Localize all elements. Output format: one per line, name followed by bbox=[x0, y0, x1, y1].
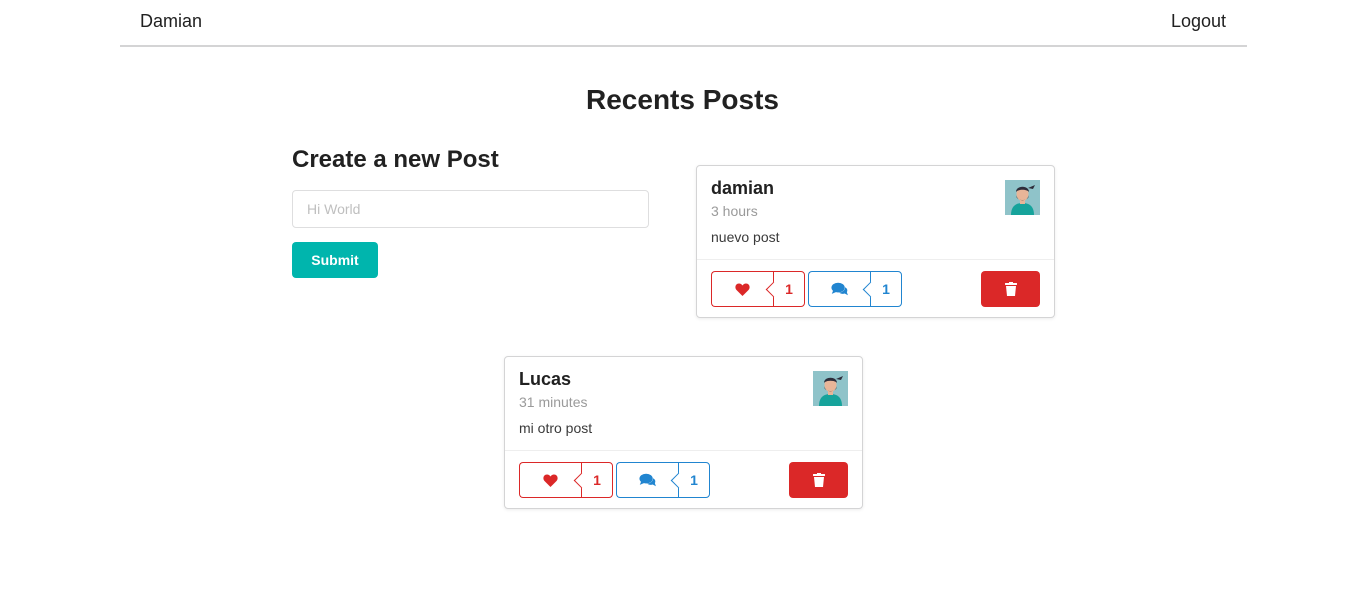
post-time: 31 minutes bbox=[519, 394, 588, 410]
like-button-group: 1 bbox=[711, 271, 805, 307]
comment-button-group: 1 bbox=[808, 271, 902, 307]
page: Damian Logout Recents Posts Create a new… bbox=[0, 0, 1365, 594]
post-input[interactable] bbox=[292, 190, 649, 228]
comment-button[interactable] bbox=[616, 462, 678, 498]
top-menu: Damian Logout bbox=[120, 0, 1247, 47]
post-card: Lucas 31 minutes mi otro post 1 1 bbox=[504, 356, 863, 509]
card-divider bbox=[697, 259, 1054, 260]
like-count: 1 bbox=[773, 271, 805, 307]
logout-link[interactable]: Logout bbox=[1171, 11, 1226, 32]
comment-button-group: 1 bbox=[616, 462, 710, 498]
post-body: mi otro post bbox=[519, 420, 593, 436]
comments-icon bbox=[639, 473, 656, 487]
delete-button[interactable] bbox=[981, 271, 1040, 307]
comments-icon bbox=[831, 282, 848, 296]
comment-button[interactable] bbox=[808, 271, 870, 307]
current-user: Damian bbox=[140, 11, 203, 31]
comment-count: 1 bbox=[870, 271, 902, 307]
post-author: damian bbox=[711, 178, 775, 198]
like-button[interactable] bbox=[519, 462, 581, 498]
delete-button[interactable] bbox=[789, 462, 848, 498]
post-author: Lucas bbox=[519, 369, 572, 389]
avatar bbox=[813, 371, 848, 406]
heart-icon bbox=[543, 473, 558, 487]
like-button[interactable] bbox=[711, 271, 773, 307]
post-time: 3 hours bbox=[711, 203, 758, 219]
trash-icon bbox=[1004, 282, 1017, 296]
post-body: nuevo post bbox=[711, 229, 780, 245]
like-count: 1 bbox=[581, 462, 613, 498]
avatar bbox=[1005, 180, 1040, 215]
submit-button[interactable]: Submit bbox=[292, 242, 378, 278]
like-button-group: 1 bbox=[519, 462, 613, 498]
heart-icon bbox=[735, 282, 750, 296]
comment-count: 1 bbox=[678, 462, 710, 498]
card-divider bbox=[505, 450, 862, 451]
post-card: damian 3 hours nuevo post 1 1 bbox=[696, 165, 1055, 318]
create-post-title: Create a new Post bbox=[292, 146, 499, 173]
trash-icon bbox=[812, 473, 825, 487]
page-title: Recents Posts bbox=[586, 84, 779, 115]
